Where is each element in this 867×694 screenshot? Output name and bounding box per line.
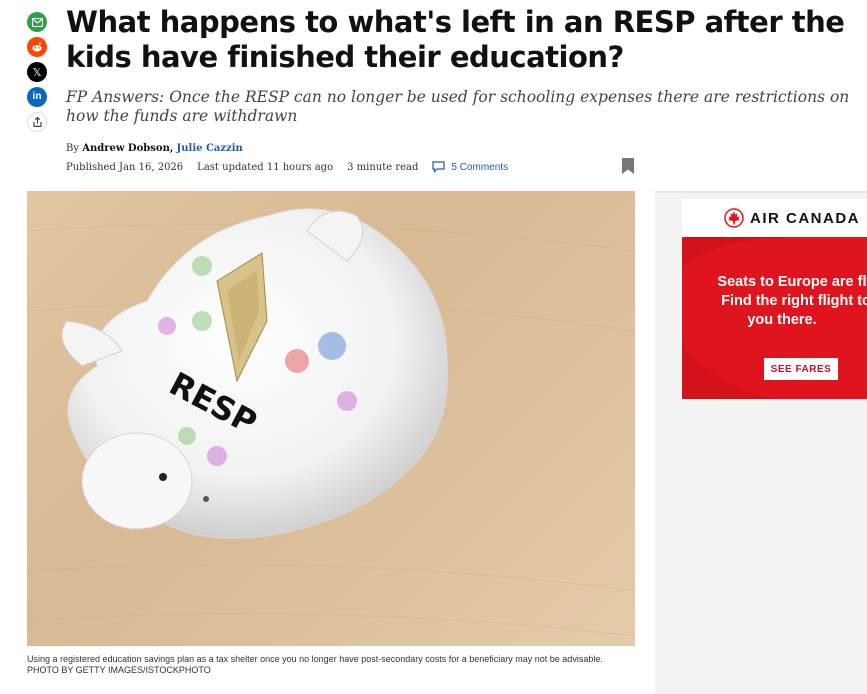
headline: What happens to what's left in an RESP a…	[66, 5, 845, 74]
email-icon	[31, 17, 43, 27]
ad-line-1: Seats to Europe are fly	[717, 274, 867, 290]
bookmark-button[interactable]	[621, 157, 635, 179]
ad-header: AIR CANADA	[682, 199, 867, 237]
see-fares-button[interactable]: SEE FARES	[764, 358, 838, 380]
comment-icon	[432, 161, 445, 173]
article-deck: FP Answers: Once the RESP can no longer …	[66, 88, 850, 125]
piggy-bank-illustration: RESP	[27, 208, 635, 637]
x-icon: 𝕏	[32, 65, 42, 79]
linkedin-share-button[interactable]: in	[27, 87, 47, 107]
reddit-icon	[32, 42, 42, 52]
comments-count: 5 Comments	[451, 161, 509, 173]
reddit-share-button[interactable]	[27, 37, 47, 57]
linkedin-icon: in	[32, 91, 42, 102]
share-rail: 𝕏 in	[27, 12, 49, 137]
ad-line-3: you there.	[747, 312, 817, 328]
ad-logo: AIR CANADA	[724, 208, 860, 228]
image-caption: Using a registered education savings pla…	[27, 654, 603, 675]
share-icon	[32, 117, 42, 127]
author-link[interactable]: Julie Cazzin	[177, 143, 243, 154]
read-time: 3 minute read	[347, 161, 419, 173]
maple-leaf-icon	[724, 208, 744, 228]
advertisement[interactable]: AIR CANADA Seats to Europe are fly Find …	[682, 199, 867, 399]
author-name[interactable]: Andrew Dobson,	[82, 143, 173, 154]
article-meta: Published Jan 16, 2026 Last updated 11 h…	[66, 161, 508, 173]
byline: By Andrew Dobson, Julie Cazzin	[66, 143, 243, 154]
hero-image: RESP	[27, 191, 635, 646]
x-share-button[interactable]: 𝕏	[27, 62, 47, 82]
email-share-button[interactable]	[27, 12, 47, 32]
ad-line-2: Find the right flight to	[721, 293, 867, 309]
byline-prefix: By	[66, 143, 79, 154]
published-date: Published Jan 16, 2026	[66, 161, 184, 173]
ad-headline: Seats to Europe are fly Find the right f…	[696, 273, 867, 330]
updated-date: Last updated 11 hours ago	[197, 161, 334, 173]
bookmark-icon	[622, 158, 634, 174]
comments-link[interactable]: 5 Comments	[432, 161, 508, 173]
more-share-button[interactable]	[27, 112, 47, 132]
ad-brand: AIR CANADA	[750, 209, 860, 227]
